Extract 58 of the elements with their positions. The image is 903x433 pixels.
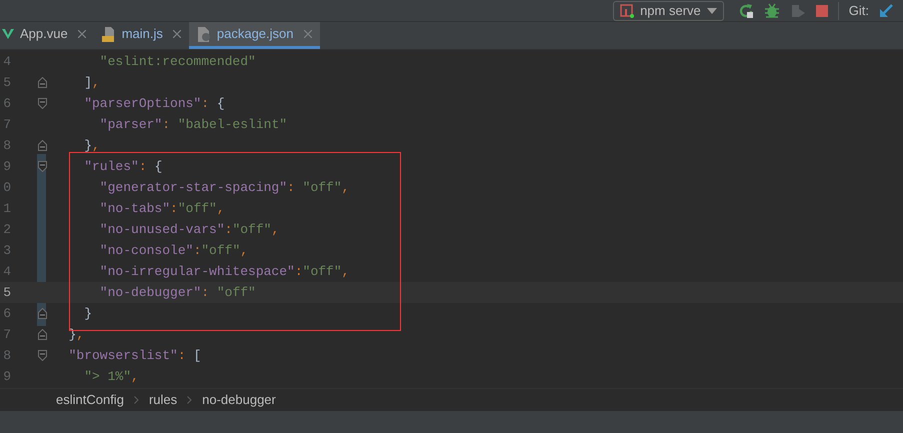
code-line: "> 1%", xyxy=(83,368,139,386)
code-line: "no-tabs":"off", xyxy=(98,200,225,218)
line-number: 1 xyxy=(2,200,12,218)
editor-tab[interactable]: main.js xyxy=(94,22,189,49)
editor-tab[interactable]: package.json xyxy=(188,22,320,49)
caret-icon xyxy=(706,8,717,14)
line-number: 7 xyxy=(2,116,12,134)
code-line: "no-irregular-whitespace":"off", xyxy=(98,262,350,281)
code-line: "rules": { xyxy=(83,158,162,176)
line-number: 5 xyxy=(2,74,12,92)
editor-tab[interactable]: App.vue xyxy=(0,22,94,49)
fold-icon[interactable] xyxy=(38,77,47,88)
line-number: 5 xyxy=(2,284,12,302)
line-number: 6 xyxy=(2,94,12,113)
line-number: 2 xyxy=(2,220,12,239)
run-config-label: npm serve xyxy=(640,2,701,20)
v-logo-icon xyxy=(2,28,14,40)
line-number: 6 xyxy=(2,304,12,323)
line-number: 7 xyxy=(2,326,12,344)
code-line: "browserslist": [ xyxy=(68,346,202,365)
run-config-dropdown[interactable]: npm serve xyxy=(613,0,724,20)
breadcrumb-item[interactable]: eslintConfig xyxy=(56,390,124,410)
line-number: 9 xyxy=(2,158,12,176)
bug-icon[interactable] xyxy=(764,2,780,18)
npm-icon xyxy=(620,4,634,18)
code-line: "parserOptions": { xyxy=(83,94,225,113)
fold-icon[interactable] xyxy=(38,329,47,340)
code-line: } xyxy=(83,304,92,323)
chevron-icon xyxy=(187,396,192,404)
arrow-icon[interactable] xyxy=(879,4,893,18)
breadcrumb-item[interactable]: no-debugger xyxy=(202,390,276,410)
git-label: Git: xyxy=(848,2,869,20)
code-line: ], xyxy=(83,74,100,92)
rerun-icon[interactable] xyxy=(738,2,754,18)
line-number: 8 xyxy=(2,136,12,155)
line-number: 4 xyxy=(2,52,12,71)
json-file-icon xyxy=(196,26,211,42)
line-number: 3 xyxy=(2,242,12,260)
code-line: "eslint:recommended" xyxy=(98,52,256,71)
stop-icon[interactable] xyxy=(816,4,828,16)
code-line: "parser": "babel-eslint" xyxy=(98,116,288,134)
fold-icon[interactable] xyxy=(38,350,47,361)
breadcrumb-item[interactable]: rules xyxy=(148,390,178,410)
line-number: 0 xyxy=(2,178,12,197)
close-icon[interactable] xyxy=(78,30,86,38)
code-line: "no-console":"off", xyxy=(98,242,248,260)
close-icon[interactable] xyxy=(172,30,181,38)
fold-icon[interactable] xyxy=(38,140,47,151)
chevron-icon xyxy=(134,396,139,404)
code-line: "no-unused-vars":"off", xyxy=(98,220,280,239)
code-line: }, xyxy=(83,136,100,155)
line-number: 4 xyxy=(2,262,12,281)
line-number: 9 xyxy=(2,368,12,386)
fold-icon[interactable] xyxy=(38,98,47,109)
line-number: 8 xyxy=(2,346,12,365)
code-line: "generator-star-spacing": "off", xyxy=(98,178,350,197)
js-file-icon xyxy=(102,26,116,42)
code-line: "no-debugger": "off" xyxy=(98,284,256,302)
